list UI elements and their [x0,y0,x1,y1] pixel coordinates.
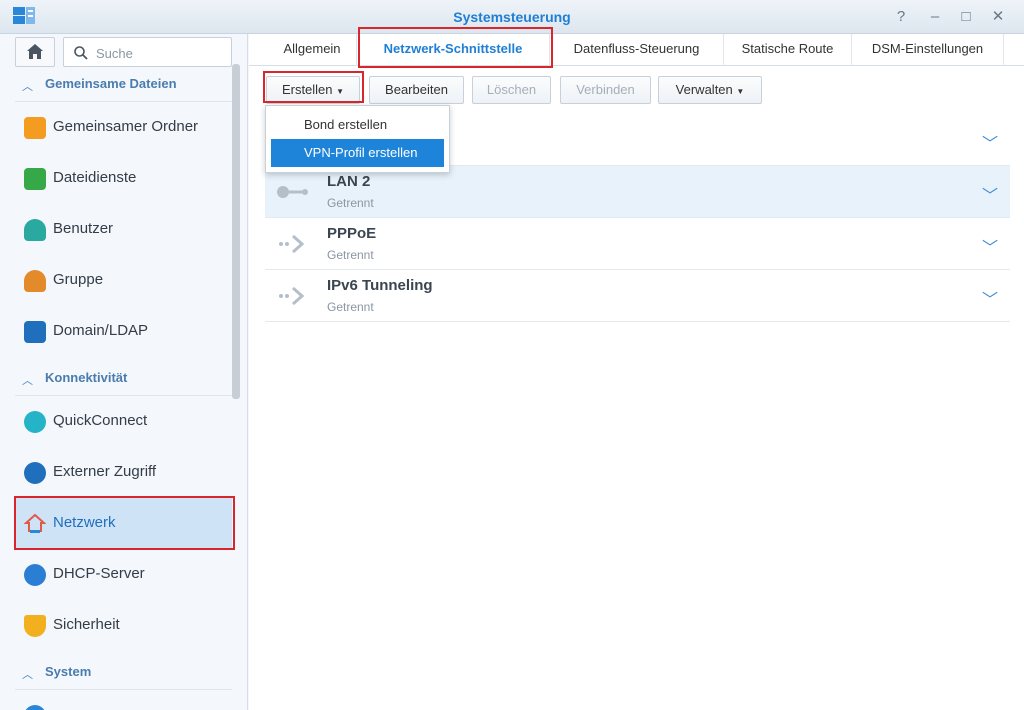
tab-general[interactable]: Allgemein [268,34,357,66]
list-item-lan2[interactable]: LAN 2 Getrennt ﹀ [265,166,1010,218]
interface-status: Getrennt [327,300,374,314]
sidebar-item-label: Sicherheit [53,616,120,633]
interface-name: IPv6 Tunneling [327,277,433,294]
user-icon [24,219,46,241]
sidebar-item-user[interactable]: Benutzer [15,204,232,255]
minimize-button[interactable]: – [926,8,944,26]
sidebar-item-shared-folder[interactable]: Gemeinsamer Ordner [15,102,232,153]
sidebar-item-label: Domain/LDAP [53,322,149,339]
section-shared-files[interactable]: ︿ Gemeinsame Dateien [0,64,232,102]
shared-folder-icon [24,117,46,139]
sidebar-item-dhcp-server[interactable]: DHCP-Server [15,549,232,600]
chevron-up-icon: ︿ [22,375,33,387]
list-item-ipv6-tunneling[interactable]: IPv6 Tunneling Getrennt ﹀ [265,270,1010,322]
tab-dsm-settings[interactable]: DSM-Einstellungen [852,34,1004,66]
menu-item-create-bond[interactable]: Bond erstellen [271,111,444,139]
highlight-box-create [263,71,364,103]
window-title: Systemsteuerung [453,9,571,25]
interface-status: Getrennt [327,248,374,262]
chevron-down-icon[interactable]: ﹀ [982,182,998,206]
sidebar-item-external-access[interactable]: Externer Zugriff [15,447,232,498]
sidebar-item-label: QuickConnect [53,412,148,429]
ipv6-tunnel-icon [279,286,305,306]
edit-button[interactable]: Bearbeiten [369,76,464,104]
section-label: System [45,664,92,679]
connect-button[interactable]: Verbinden [560,76,651,104]
create-dropdown-menu: Bond erstellen VPN-Profil erstellen [265,105,450,173]
group-icon [24,270,46,292]
sidebar-item-group[interactable]: Gruppe [15,255,232,306]
sidebar-item-label: Gruppe [53,271,104,288]
sidebar-item-quickconnect[interactable]: QuickConnect [15,396,232,447]
list-item-pppoe[interactable]: PPPoE Getrennt ﹀ [265,218,1010,270]
home-button[interactable] [15,37,55,67]
chevron-down-icon[interactable]: ﹀ [982,130,998,154]
dhcp-server-icon [24,564,46,586]
interface-name: LAN 2 [327,173,371,190]
search-input[interactable]: Suche [63,37,232,67]
sidebar-scrollbar[interactable] [232,64,240,399]
sidebar-item-domain-ldap[interactable]: Domain/LDAP [15,306,232,357]
tab-traffic-control[interactable]: Datenfluss-Steuerung [550,34,724,66]
sidebar-item-label: Dateidienste [53,169,137,186]
domain-ldap-icon [24,321,46,343]
interface-name: PPPoE [327,225,377,242]
external-access-icon [24,462,46,484]
highlight-box-network [14,496,235,550]
section-connectivity[interactable]: ︿ Konnektivität [0,358,232,396]
sidebar: Suche ︿ Gemeinsame Dateien Gemeinsamer O… [0,34,248,710]
manage-button[interactable]: Verwalten ▼ [658,76,762,104]
security-icon [24,615,46,637]
interface-status: Getrennt [327,196,374,210]
section-system[interactable]: ︿ System [0,652,232,690]
chevron-up-icon: ︿ [22,81,33,93]
help-button[interactable]: ? [892,8,910,26]
section-label: Konnektivität [45,370,128,385]
sidebar-item-file-services[interactable]: Dateidienste [15,153,232,204]
tab-static-route[interactable]: Statische Route [724,34,852,66]
delete-button[interactable]: Löschen [472,76,551,104]
lan-icon [277,186,308,198]
sidebar-item-label: DHCP-Server [53,565,145,582]
sidebar-item-label: Benutzer [53,220,114,237]
sidebar-item-security[interactable]: Sicherheit [15,600,232,651]
close-button[interactable]: ✕ [989,8,1007,26]
maximize-button[interactable]: □ [957,8,975,26]
search-icon [74,46,88,60]
quickconnect-icon [24,411,46,433]
pppoe-icon [279,234,305,254]
chevron-down-icon[interactable]: ﹀ [982,234,998,258]
sidebar-item-label: Externer Zugriff [53,463,157,480]
highlight-box-tab [358,27,553,68]
manage-button-label: Verwalten [675,82,733,97]
menu-item-create-vpn-profile[interactable]: VPN-Profil erstellen [271,139,444,167]
section-label: Gemeinsame Dateien [45,76,177,91]
info-center-icon [24,705,46,710]
sidebar-item-info-center-partial[interactable] [15,690,232,710]
sidebar-item-label: Gemeinsamer Ordner [53,118,199,135]
caret-down-icon: ▼ [736,87,745,96]
home-icon [27,44,43,59]
chevron-up-icon: ︿ [22,669,33,681]
file-services-icon [24,168,46,190]
search-placeholder: Suche [96,46,133,61]
chevron-down-icon[interactable]: ﹀ [982,286,998,310]
